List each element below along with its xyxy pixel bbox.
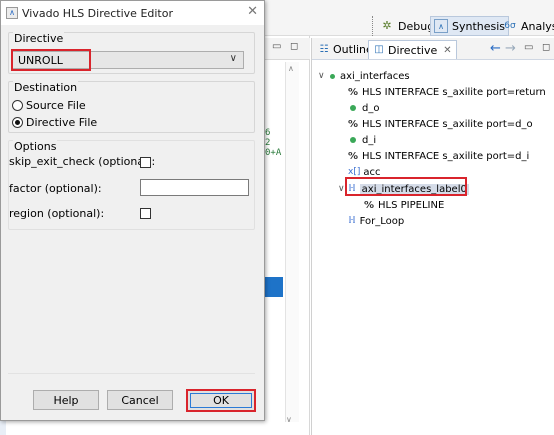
annotation-highlight-box [11,49,91,71]
directive-percent-icon: % [364,199,375,211]
tree-item-label: d_o [362,102,380,114]
perspective-debug-label: Debug [398,19,435,33]
cancel-button-label: Cancel [121,393,159,407]
directive-icon: ◫ [374,44,384,55]
perspective-analysis-label: Analysis [521,19,554,33]
tree-item-label: d_i [362,134,377,146]
loop-icon: ℍ [348,216,356,226]
directive-view: ☷ Outline ◫ Directive ✕ ← → ▭ ◻ ∨ axi_in… [311,38,554,435]
tree-item-directive[interactable]: % HLS INTERFACE s_axilite port=d_i [348,148,529,164]
ok-button[interactable]: OK [186,389,256,412]
tree-item-label: HLS INTERFACE s_axilite port=d_i [362,150,530,162]
directive-editor-dialog: ∧ Vivado HLS Directive Editor ✕ Directiv… [0,0,265,421]
cancel-button[interactable]: Cancel [107,390,173,410]
tree-item-loop[interactable]: ℍ For_Loop [348,213,404,229]
factor-input[interactable] [140,179,249,196]
function-icon [330,73,335,79]
directive-group: Directive UNROLL ∨ [8,32,255,74]
factor-label: factor (optional): [9,182,102,195]
tree-item-directive[interactable]: % HLS PIPELINE [364,197,444,213]
radio-source-file[interactable]: Source File [12,98,86,112]
ok-button-label: OK [213,394,229,407]
skip-exit-check-label: skip_exit_check (optional): [9,155,156,168]
editor-highlight-block [265,277,283,297]
editor-tabbar: ▭ ◻ [262,38,310,60]
divider [8,373,255,374]
editor-scrollbar[interactable]: ∧ [285,62,299,422]
perspective-analysis[interactable]: 6σ Analysis [500,16,554,36]
tree-item-label: For_Loop [359,215,405,227]
minimize-icon[interactable]: ▭ [272,41,281,52]
perspective-synthesis[interactable]: ∧ Synthesis [430,16,510,36]
toolbar-separator [372,16,373,36]
tree-item-label: acc [363,166,381,178]
port-icon [350,137,356,143]
radio-source-label: Source File [26,98,86,112]
analysis-icon: 6σ [504,21,516,31]
perspective-debug[interactable]: ✲ Debug [377,16,437,36]
tree-item-directive[interactable]: % HLS INTERFACE s_axilite port=return [348,84,546,100]
tab-close-icon[interactable]: ✕ [443,45,451,56]
dialog-title: Vivado HLS Directive Editor [22,6,173,20]
options-group-title: Options [13,140,58,153]
code-fragment: 0+A [265,148,282,158]
app-icon: ∧ [6,7,18,19]
tab-outline-label: Outline [333,43,373,56]
scroll-up-icon[interactable]: ∧ [288,64,294,73]
help-button[interactable]: Help [33,390,99,410]
destination-group: Destination Source File Directive File [8,81,255,133]
maximize-icon[interactable]: ◻ [290,41,298,52]
help-button-label: Help [53,393,79,407]
radio-button-selected[interactable] [12,116,23,128]
code-fragment: 2 [265,138,271,148]
tree-item-port[interactable]: d_o [350,100,379,116]
synthesis-icon: ∧ [434,19,448,33]
region-label: region (optional): [9,207,105,220]
scroll-down-icon[interactable]: ∨ [286,415,300,427]
close-icon[interactable]: ✕ [247,4,258,19]
tree-item-port[interactable]: d_i [350,132,376,148]
tree-item-label: HLS INTERFACE s_axilite port=return [362,86,546,98]
directive-percent-icon: % [348,150,359,162]
annotation-highlight-box [345,177,467,196]
tree-item-label: HLS INTERFACE s_axilite port=d_o [362,118,533,130]
directive-percent-icon: % [348,118,359,130]
radio-directive-file[interactable]: Directive File [12,115,97,129]
chevron-down-icon[interactable]: ∨ [230,53,237,64]
arrow-left-icon[interactable]: ← [490,41,501,56]
maximize-icon[interactable]: ◻ [542,42,550,53]
minimize-icon[interactable]: ▭ [524,42,533,53]
directive-group-title: Directive [13,32,65,45]
tree-item-label: axi_interfaces [340,70,410,82]
directive-percent-icon: % [348,86,359,98]
port-icon [350,105,356,111]
view-tabbar: ☷ Outline ◫ Directive ✕ ← → ▭ ◻ [312,38,554,60]
dialog-titlebar[interactable]: ∧ Vivado HLS Directive Editor ✕ [1,1,264,25]
radio-directive-label: Directive File [26,115,98,129]
skip-exit-check-checkbox[interactable] [140,157,151,168]
array-icon: x[] [348,167,361,177]
tab-directive-label: Directive [388,43,438,57]
ok-button-focus-ring: OK [190,393,252,408]
tree-item-label: HLS PIPELINE [378,199,445,211]
dialog-body: Directive UNROLL ∨ Destination Source Fi… [5,29,258,415]
arrow-right-icon[interactable]: → [505,41,516,56]
perspective-synthesis-label: Synthesis [452,19,506,33]
tree-item-directive[interactable]: % HLS INTERFACE s_axilite port=d_o [348,116,533,132]
outline-icon: ☷ [319,43,329,55]
code-fragment: 6 [265,128,271,138]
bug-icon: ✲ [382,19,392,32]
tree-item-top-function[interactable]: ∨ axi_interfaces [318,68,410,84]
radio-button[interactable] [12,99,23,111]
region-checkbox[interactable] [140,208,151,219]
chevron-down-icon[interactable]: ∨ [318,71,328,81]
destination-group-title: Destination [13,81,79,94]
tab-directive[interactable]: ◫ Directive ✕ [368,40,457,59]
